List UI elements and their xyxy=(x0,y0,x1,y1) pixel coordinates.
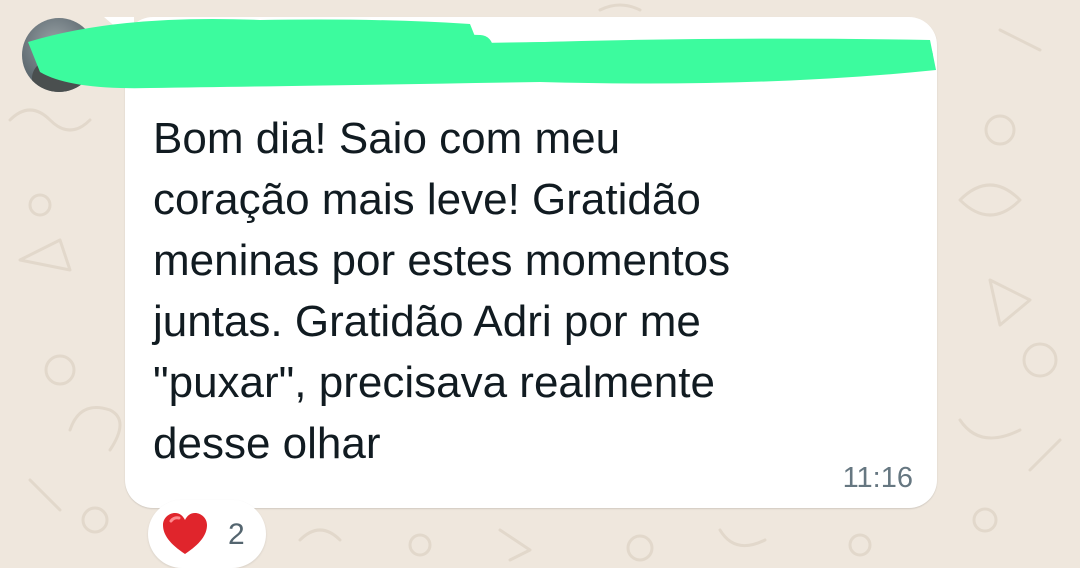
heart-icon xyxy=(163,513,207,554)
reaction-pill[interactable]: 2 xyxy=(148,500,266,568)
reaction-count: 2 xyxy=(228,518,245,551)
message-time: 11:16 xyxy=(842,462,913,494)
message-text: Bom dia! Saio com meu coração mais leve!… xyxy=(153,114,731,468)
avatar[interactable] xyxy=(22,18,96,92)
avatar-photo xyxy=(32,58,82,92)
sender-name: Ires xyxy=(370,54,420,85)
